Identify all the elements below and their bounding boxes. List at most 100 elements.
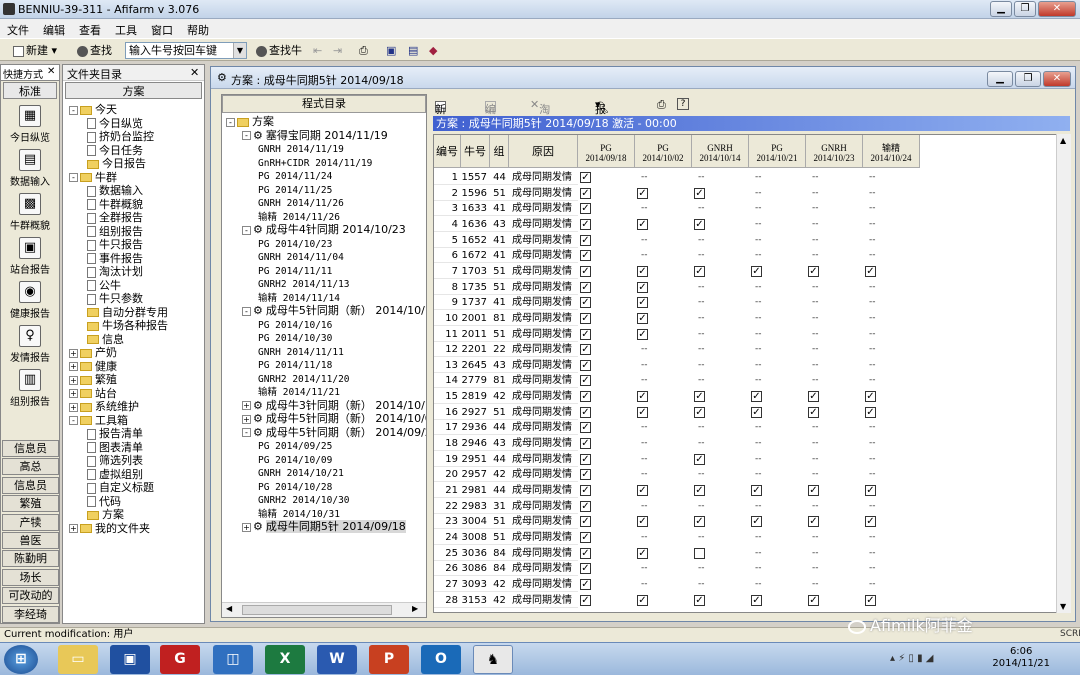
quick-group-button[interactable]: 可改动的 bbox=[2, 587, 59, 605]
program-tree-item[interactable]: GNRH 2014/11/11 bbox=[258, 345, 344, 359]
checked-checkbox[interactable]: ✓ bbox=[808, 594, 819, 606]
next-icon[interactable]: ⇥ bbox=[330, 42, 345, 59]
word-icon[interactable]: W bbox=[317, 645, 357, 674]
expand-toggle-icon[interactable]: - bbox=[69, 173, 78, 182]
folder-tree-item[interactable]: 自定义标题 bbox=[87, 481, 154, 494]
folder-tree-item[interactable]: 信息 bbox=[87, 333, 124, 346]
chevron-down-icon[interactable]: ▼ bbox=[233, 43, 246, 58]
checked-checkbox[interactable]: ✓ bbox=[637, 406, 648, 418]
expand-toggle-icon[interactable]: + bbox=[69, 362, 78, 371]
system-clock[interactable]: 6:06 2014/11/21 bbox=[992, 646, 1050, 670]
checked-checkbox[interactable]: ✓ bbox=[637, 312, 648, 324]
checked-checkbox[interactable]: ✓ bbox=[580, 250, 591, 262]
program-tree-item[interactable]: - ⚙ 成母牛5针同期（新） 2014/09/25 bbox=[242, 426, 426, 439]
folder-tree-item[interactable]: 今日报告 bbox=[87, 157, 146, 170]
checked-checkbox[interactable]: ✓ bbox=[694, 218, 705, 230]
expand-toggle-icon[interactable]: + bbox=[69, 348, 78, 358]
program-tree-item[interactable]: 输精 2014/11/14 bbox=[258, 291, 340, 305]
cow-number-input[interactable]: 输入牛号按回车键 ▼ bbox=[125, 42, 247, 59]
window-app-icon[interactable]: ◫ bbox=[213, 645, 253, 674]
table-row[interactable]: 16 2927 51 成母同期发情 ✓ ✓ ✓ ✓ ✓ ✓ bbox=[434, 405, 920, 420]
program-tree-item[interactable]: 输精 2014/11/26 bbox=[258, 210, 340, 224]
checked-checkbox[interactable]: ✓ bbox=[580, 234, 591, 246]
date-column-header[interactable]: PG 2014/09/18 bbox=[578, 135, 635, 168]
menu-item[interactable]: 工具 bbox=[108, 19, 144, 38]
checked-checkbox[interactable]: ✓ bbox=[580, 469, 591, 481]
quick-item[interactable]: ▣ 站台报告 bbox=[1, 237, 59, 276]
program-tree-item[interactable]: + ⚙ 成母牛5针同期（新） 2014/10/02 bbox=[242, 412, 426, 425]
app-g-icon[interactable]: G bbox=[160, 645, 200, 674]
folder-tree-item[interactable]: 筛选列表 bbox=[87, 454, 143, 467]
checked-checkbox[interactable]: ✓ bbox=[637, 187, 648, 199]
table-row[interactable]: 12 2201 22 成母同期发情 ✓ -- -- -- -- -- bbox=[434, 342, 920, 358]
checked-checkbox[interactable]: ✓ bbox=[580, 594, 591, 606]
checked-checkbox[interactable]: ✓ bbox=[808, 265, 819, 277]
table-row[interactable]: 27 3093 42 成母同期发情 ✓ -- -- -- -- -- bbox=[434, 577, 920, 592]
program-tree-item[interactable]: 输精 2014/10/31 bbox=[258, 507, 340, 521]
checked-checkbox[interactable]: ✓ bbox=[580, 297, 591, 309]
prev-icon[interactable]: ⇤ bbox=[310, 42, 325, 59]
expand-toggle-icon[interactable]: + bbox=[242, 414, 251, 424]
checked-checkbox[interactable]: ✓ bbox=[808, 485, 819, 496]
checked-checkbox[interactable]: ✓ bbox=[580, 344, 591, 356]
expand-toggle-icon[interactable]: - bbox=[242, 428, 251, 437]
checked-checkbox[interactable]: ✓ bbox=[580, 312, 591, 324]
quick-item[interactable]: ▥ 组别报告 bbox=[1, 369, 59, 408]
checked-checkbox[interactable]: ✓ bbox=[637, 594, 648, 606]
column-header[interactable]: 牛号 bbox=[461, 135, 490, 168]
quick-item[interactable]: ▤ 数据输入 bbox=[1, 149, 59, 188]
quick-group-button[interactable]: 李经琦 bbox=[2, 605, 59, 623]
new-button[interactable]: 新建 ▾ bbox=[10, 42, 60, 59]
table-row[interactable]: 22 2983 31 成母同期发情 ✓ -- -- -- -- -- bbox=[434, 499, 920, 514]
checked-checkbox[interactable]: ✓ bbox=[580, 547, 591, 559]
table-row[interactable]: 6 1672 41 成母同期发情 ✓ -- -- -- -- -- bbox=[434, 248, 920, 264]
quick-group-button[interactable]: 陈勤明 bbox=[2, 550, 59, 568]
program-tree-item[interactable]: PG 2014/11/24 bbox=[258, 169, 332, 183]
table-row[interactable]: 8 1735 51 成母同期发情 ✓ ✓ -- -- -- -- bbox=[434, 280, 920, 295]
table-row[interactable]: 25 3036 84 成母同期发情 ✓ ✓ -- -- -- bbox=[434, 546, 920, 561]
mdi-minimize-button[interactable]: ▁ bbox=[987, 71, 1013, 87]
table-row[interactable]: 10 2001 81 成母同期发情 ✓ ✓ -- -- -- -- bbox=[434, 311, 920, 326]
table-row[interactable]: 9 1737 41 成母同期发情 ✓ ✓ -- -- -- -- bbox=[434, 295, 920, 311]
folder-tree-item[interactable]: + 产奶 bbox=[69, 346, 117, 359]
checked-checkbox[interactable]: ✓ bbox=[580, 375, 591, 387]
checked-checkbox[interactable]: ✓ bbox=[580, 328, 591, 340]
quick-group-button[interactable]: 兽医 bbox=[2, 532, 59, 549]
help-icon[interactable]: ? bbox=[677, 98, 689, 110]
quick-group-button[interactable]: 信息员 bbox=[2, 476, 59, 494]
window-tile-icon[interactable]: ▣ bbox=[383, 42, 399, 59]
folder-tree-item[interactable]: + 健康 bbox=[69, 360, 117, 373]
checked-checkbox[interactable]: ✓ bbox=[694, 516, 705, 528]
checked-checkbox[interactable]: ✓ bbox=[865, 406, 876, 418]
table-row[interactable]: 19 2951 44 成母同期发情 ✓ -- ✓ -- -- -- bbox=[434, 452, 920, 467]
checked-checkbox[interactable]: ✓ bbox=[580, 516, 591, 528]
window-cascade-icon[interactable]: ▤ bbox=[405, 42, 421, 59]
table-row[interactable]: 11 2011 51 成母同期发情 ✓ ✓ -- -- -- -- bbox=[434, 327, 920, 342]
expand-toggle-icon[interactable]: - bbox=[242, 306, 251, 316]
folder-tree-item[interactable]: 图表清单 bbox=[87, 441, 143, 454]
checked-checkbox[interactable]: ✓ bbox=[580, 391, 591, 403]
quick-group-button[interactable]: 场长 bbox=[2, 568, 59, 586]
checked-checkbox[interactable]: ✓ bbox=[751, 391, 762, 403]
checked-checkbox[interactable]: ✓ bbox=[865, 516, 876, 528]
checked-checkbox[interactable]: ✓ bbox=[751, 594, 762, 606]
tray-icons[interactable]: ▴ ⚡ ▯ ▮ ◢ bbox=[890, 653, 933, 664]
folder-tree-item[interactable]: 组别报告 bbox=[87, 225, 143, 238]
program-tree-item[interactable]: GNRH 2014/11/04 bbox=[258, 250, 344, 264]
quick-item[interactable]: ◉ 健康报告 bbox=[1, 281, 59, 320]
date-column-header[interactable]: GNRH 2014/10/23 bbox=[806, 135, 863, 168]
program-directory-header[interactable]: 程式目录 bbox=[222, 95, 426, 113]
checked-checkbox[interactable]: ✓ bbox=[637, 485, 648, 496]
program-tree-item[interactable]: + ⚙ 成母牛3针同期（新） 2014/10/14 bbox=[242, 399, 426, 412]
scroll-down-icon[interactable]: ▼ bbox=[1060, 602, 1066, 611]
powerpoint-icon[interactable]: P bbox=[369, 645, 409, 674]
menu-item[interactable]: 窗口 bbox=[144, 19, 180, 38]
expand-toggle-icon[interactable]: + bbox=[69, 389, 78, 398]
expand-toggle-icon[interactable]: - bbox=[242, 225, 251, 235]
checked-checkbox[interactable]: ✓ bbox=[580, 203, 591, 215]
program-tree-item[interactable]: GNRH 2014/10/21 bbox=[258, 466, 344, 480]
expand-toggle-icon[interactable]: + bbox=[242, 522, 251, 532]
checked-checkbox[interactable]: ✓ bbox=[694, 485, 705, 496]
folder-tree-item[interactable]: 报告清单 bbox=[87, 427, 143, 440]
checked-checkbox[interactable]: ✓ bbox=[865, 265, 876, 277]
